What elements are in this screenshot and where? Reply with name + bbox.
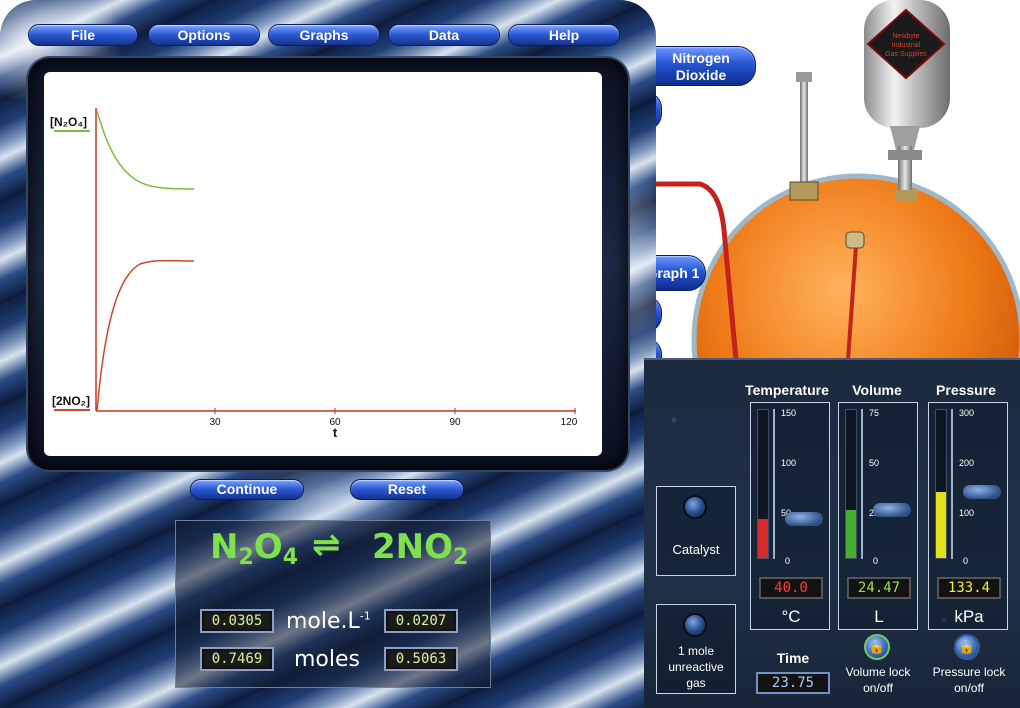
concentration-graph: [N₂O₄] [2NO₂] 30 60 90 120 t [50,108,578,440]
x-tick-90: 90 [449,417,461,428]
temperature-unit: °C [781,607,801,626]
gas-name-line2: Dioxide [675,67,727,83]
pressure-gauge: 300 200 100 0 133.4 kPa [928,402,1008,630]
equation-panel: N2O4 ⇌ 2NO2 0.0305 mole.L-1 0.0207 0.746… [175,520,491,688]
no2-moles-display: 0.5063 [384,647,458,671]
pressure-unit: kPa [954,607,984,626]
menu-graphs-label: Graphs [299,27,349,43]
x-tick-30: 30 [209,417,221,428]
catalyst-box: Catalyst [656,486,736,576]
volume-slider-handle[interactable] [873,502,911,517]
lock-icon: 🔒 [868,639,886,654]
unreactive-gas-box: 1 mole unreactive gas [656,604,736,694]
x-axis-label: t [333,425,338,440]
pressure-scale [951,409,953,559]
moles-unit: moles [294,647,360,672]
no2-curve [96,259,195,412]
temperature-tick-150: 150 [781,408,797,418]
volume-scale [861,409,863,559]
temperature-display: 40.0 [759,577,823,599]
product-formula: 2NO2 [372,527,469,570]
pressure-tick-100: 100 [959,508,975,518]
volume-gauge: 75 50 25 0 24.47 L [838,402,918,630]
n2o4-moles-display: 0.7469 [200,647,274,671]
concentration-unit: mole.L-1 [286,609,371,634]
menu-data-label: Data [428,27,460,43]
menu-file-label: File [70,27,96,43]
temperature-slider-handle[interactable] [785,511,823,526]
temperature-title: Temperature [745,382,829,398]
temperature-gauge: 150 100 50 0 40.0 °C [750,402,830,630]
temperature-scale [773,409,775,559]
volume-title: Volume [852,382,902,398]
menu-help-label: Help [548,27,580,43]
gas-name-line1: Nitrogen [672,50,730,66]
pressure-slider-handle[interactable] [963,485,1001,500]
pressure-title: Pressure [936,382,996,398]
time-display: 23.75 [756,672,830,694]
control-panel: Catalyst 1 mole unreactive gas Temperatu… [644,358,1020,708]
menu-file[interactable]: File [28,24,138,46]
n2o4-curve [96,110,195,190]
equilibrium-arrow: ⇌ [312,525,341,565]
main-frame: File Options Graphs Data Help [N₂O₄] [2N… [0,0,656,708]
continue-label: Continue [216,481,278,497]
pressure-tick-200: 200 [959,458,975,468]
menu-options-label: Options [177,27,231,43]
menu-graphs[interactable]: Graphs [268,24,380,46]
unreactive-gas-toggle[interactable] [683,613,707,637]
pressure-lock-label: Pressure lock on/off [932,665,1006,695]
x-tick-120: 120 [561,417,578,428]
cylinder-label-3: Gas Supplies [885,51,927,58]
cylinder-label-1: Newbyte [892,33,919,40]
reactant-formula: N2O4 [210,527,298,570]
unreactive-gas-label: 1 mole unreactive gas [668,644,724,690]
continue-button[interactable]: Continue [190,479,304,500]
pressure-tick-0: 0 [963,556,969,566]
catalyst-label: Catalyst [672,542,720,557]
pressure-tick-300: 300 [959,408,975,418]
temperature-tick-0: 0 [785,556,791,566]
catalyst-toggle[interactable] [683,495,707,519]
n2o4-axis-label: [N₂O₄] [50,115,87,129]
volume-lock-label: Volume lock on/off [845,665,911,695]
temperature-tick-100: 100 [781,458,797,468]
probe-rod [800,80,808,190]
volume-unit: L [874,607,884,626]
lock-icon: 🔒 [958,639,976,654]
pressure-display: 133.4 [937,577,1001,599]
menu-data[interactable]: Data [388,24,500,46]
volume-tick-50: 50 [869,458,880,468]
reset-label: Reset [387,481,427,497]
volume-tick-0: 0 [873,556,879,566]
volume-display: 24.47 [847,577,911,599]
volume-lock-toggle[interactable]: 🔒 [864,634,890,660]
cylinder-label-2: Industrial [892,42,921,49]
menu-options[interactable]: Options [148,24,260,46]
time-title: Time [776,650,810,666]
volume-bar-fill [846,509,856,558]
graph-panel: [N₂O₄] [2NO₂] 30 60 90 120 t [44,72,602,456]
pressure-bar-fill [936,492,946,558]
no2-concentration-display: 0.0207 [384,609,458,633]
temperature-bar-fill [758,518,768,558]
pressure-lock-toggle[interactable]: 🔒 [954,634,980,660]
gas-select-tab[interactable]: Nitrogen Dioxide [646,46,756,86]
volume-tick-75: 75 [869,408,880,418]
n2o4-concentration-display: 0.0305 [200,609,274,633]
reset-button[interactable]: Reset [350,479,464,500]
no2-axis-label: [2NO₂] [52,394,90,408]
menu-help[interactable]: Help [508,24,620,46]
